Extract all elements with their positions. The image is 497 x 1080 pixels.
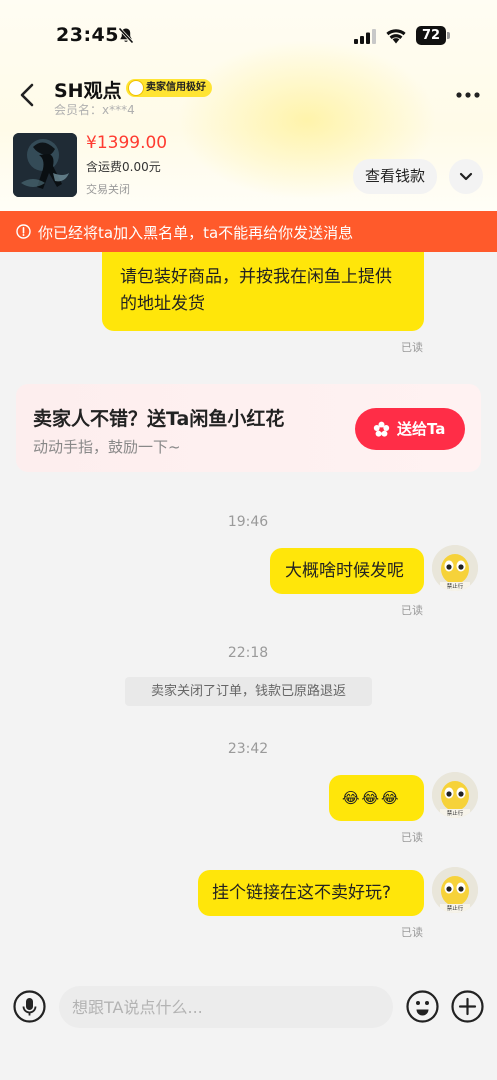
message-input[interactable] [59, 986, 393, 1028]
send-flower-label: 送给Ta [397, 420, 446, 438]
read-receipt: 已读 [401, 341, 423, 354]
avatar-caption: 禁止行 [447, 582, 464, 590]
credit-badge: 卖家信用极好 [126, 79, 212, 97]
read-receipt: 已读 [401, 926, 423, 939]
send-flower-button[interactable]: 送给Ta [355, 408, 465, 450]
wifi-icon [386, 29, 406, 44]
battery-icon: 72 [416, 26, 450, 45]
read-receipt: 已读 [401, 604, 423, 617]
seller-name[interactable]: SH观点 [54, 76, 122, 103]
send-flower-card: 卖家人不错？送Ta闲鱼小红花 动动手指，鼓励一下~ 送给Ta [16, 384, 481, 472]
credit-badge-label: 卖家信用极好 [146, 82, 206, 93]
card-subtitle: 动动手指，鼓励一下~ [33, 438, 181, 456]
expand-button[interactable] [449, 159, 483, 194]
deal-status: 交易关闭 [86, 183, 130, 196]
avatar-caption: 禁止行 [447, 904, 464, 912]
avatar-caption: 禁止行 [447, 809, 464, 817]
cellular-signal-icon [354, 29, 376, 44]
avatar[interactable]: 禁止行 [432, 545, 478, 591]
blacklist-banner: 你已经将ta加入黑名单，ta不能再给你发送消息 [0, 211, 497, 252]
message-bubble[interactable]: 挂个链接在这不卖好玩? [198, 870, 424, 916]
message-bubble[interactable]: 大概啥时候发呢 [270, 548, 424, 594]
warning-icon [16, 224, 31, 239]
avatar[interactable]: 禁止行 [432, 772, 478, 818]
back-arrow-icon[interactable] [16, 82, 40, 108]
member-name: 会员名：x***4 [54, 103, 135, 117]
more-options-icon[interactable] [455, 91, 481, 99]
time-divider: 19:46 [227, 514, 269, 530]
voice-input-icon[interactable] [13, 990, 46, 1023]
battery-level: 72 [416, 26, 446, 45]
message-bubble[interactable]: 😂😂😂 [329, 775, 424, 821]
product-price: ¥1399.00 [86, 133, 168, 153]
message-bubble[interactable]: 请包装好商品，并按我在闲鱼上提供的地址发货 [102, 244, 424, 331]
card-title: 卖家人不错？送Ta闲鱼小红花 [33, 408, 285, 430]
blacklist-text: 你已经将ta加入黑名单，ta不能再给你发送消息 [38, 224, 354, 242]
product-thumbnail[interactable] [13, 133, 77, 197]
flower-icon [373, 421, 390, 437]
read-receipt: 已读 [401, 831, 423, 844]
view-payment-button[interactable]: 查看钱款 [353, 159, 437, 194]
emoji-icon[interactable] [406, 990, 439, 1023]
system-notice: 卖家关闭了订单，钱款已原路退返 [125, 677, 372, 706]
avatar[interactable]: 禁止行 [432, 867, 478, 913]
shipping-fee: 含运费0.00元 [86, 160, 161, 174]
badge-face-icon [128, 80, 144, 96]
mute-bell-icon [118, 27, 134, 44]
status-time: 23:45 [56, 24, 119, 46]
time-divider: 22:18 [227, 645, 269, 661]
plus-icon[interactable] [451, 990, 484, 1023]
status-bar: 23:45 72 [0, 0, 497, 70]
time-divider: 23:42 [227, 741, 269, 757]
chevron-down-icon [459, 172, 473, 181]
